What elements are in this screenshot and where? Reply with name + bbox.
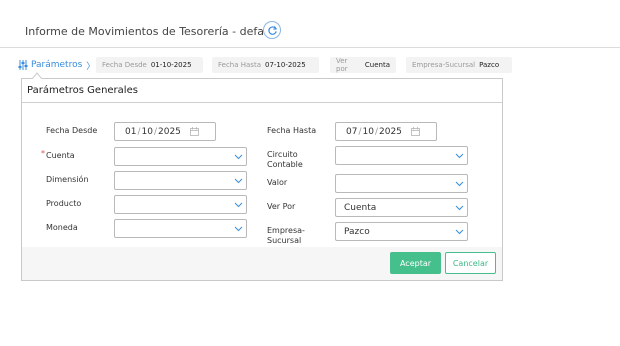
chip-key: Ver por bbox=[336, 57, 348, 73]
parameters-toggle-label: Parámetros bbox=[31, 60, 83, 70]
label-empresa-sucursal: Empresa- Sucursal bbox=[267, 226, 305, 246]
page-header: Informe de Movimientos de Tesorería - de… bbox=[0, 0, 620, 48]
chip-ver-por: Ver por Cuenta bbox=[330, 57, 396, 73]
label-moneda: Moneda bbox=[46, 223, 78, 232]
popover-pointer bbox=[32, 72, 42, 79]
label-fecha-desde: Fecha Desde bbox=[46, 126, 98, 135]
page-title: Informe de Movimientos de Tesorería - de… bbox=[25, 25, 279, 38]
chevron-down-icon bbox=[455, 153, 464, 159]
calendar-icon[interactable] bbox=[411, 127, 420, 136]
year: 2025 bbox=[379, 127, 402, 137]
chip-key: Fecha Desde bbox=[102, 61, 147, 69]
label-line: Sucursal bbox=[267, 236, 302, 245]
fecha-desde-input[interactable]: 01/10/2025 bbox=[114, 122, 216, 141]
label-ver-por: Ver Por bbox=[267, 202, 296, 211]
month: 10 bbox=[362, 127, 374, 137]
refresh-icon bbox=[268, 26, 278, 35]
ver-por-select[interactable]: Cuenta bbox=[335, 198, 468, 217]
fecha-desde-value: 01/10/2025 bbox=[125, 127, 181, 137]
label-line: Contable bbox=[267, 160, 303, 169]
panel-footer: Aceptar Cancelar bbox=[22, 247, 502, 280]
chip-key: Empresa-Sucursal bbox=[412, 61, 476, 69]
parameters-toggle[interactable]: Parámetros 〉 bbox=[18, 57, 95, 73]
chevron-down-icon bbox=[234, 202, 243, 208]
chevron-down-icon bbox=[455, 205, 464, 211]
day: 07 bbox=[346, 127, 358, 137]
moneda-select[interactable] bbox=[114, 219, 247, 238]
label-circuito-contable: Circuito Contable bbox=[267, 150, 303, 170]
chevron-down-icon bbox=[234, 154, 243, 160]
chip-key: Fecha Hasta bbox=[218, 61, 261, 69]
fecha-hasta-input[interactable]: 07/10/2025 bbox=[335, 122, 437, 141]
label-line: Empresa- bbox=[267, 226, 305, 235]
parameter-bar: Parámetros 〉 Fecha Desde 01-10-2025 Fech… bbox=[0, 57, 620, 73]
sliders-icon bbox=[18, 60, 28, 70]
day: 01 bbox=[125, 127, 137, 137]
accept-button[interactable]: Aceptar bbox=[390, 252, 441, 274]
producto-select[interactable] bbox=[114, 195, 247, 214]
cuenta-select[interactable] bbox=[114, 147, 247, 166]
circuito-contable-select[interactable] bbox=[335, 146, 468, 165]
label-cuenta: Cuenta bbox=[46, 151, 75, 160]
chip-fecha-hasta: Fecha Hasta 07-10-2025 bbox=[212, 57, 319, 73]
parameters-panel: Parámetros Generales Fecha Desde 01/10/2… bbox=[21, 78, 503, 281]
valor-select[interactable] bbox=[335, 174, 468, 193]
chip-value: Pazco bbox=[479, 61, 500, 69]
empresa-sucursal-select[interactable]: Pazco bbox=[335, 222, 468, 241]
panel-title: Parámetros Generales bbox=[22, 79, 502, 103]
required-marker: * bbox=[41, 149, 45, 158]
chevron-down-icon bbox=[455, 181, 464, 187]
chevron-down-icon bbox=[234, 178, 243, 184]
label-dimension: Dimensión bbox=[46, 175, 89, 184]
ver-por-value: Cuenta bbox=[344, 203, 377, 213]
calendar-icon[interactable] bbox=[190, 127, 199, 136]
label-producto: Producto bbox=[46, 199, 82, 208]
chevron-down-icon bbox=[455, 229, 464, 235]
label-fecha-hasta: Fecha Hasta bbox=[267, 126, 317, 135]
chip-fecha-desde: Fecha Desde 01-10-2025 bbox=[96, 57, 203, 73]
chip-empresa-sucursal: Empresa-Sucursal Pazco bbox=[406, 57, 512, 73]
empresa-value: Pazco bbox=[344, 227, 370, 237]
chip-value: Cuenta bbox=[364, 61, 390, 69]
cancel-button[interactable]: Cancelar bbox=[445, 252, 496, 274]
fecha-hasta-value: 07/10/2025 bbox=[346, 127, 402, 137]
chevron-down-icon bbox=[234, 226, 243, 232]
chip-value: 07-10-2025 bbox=[264, 61, 306, 69]
label-line: Circuito bbox=[267, 150, 298, 159]
chip-value: 01-10-2025 bbox=[150, 61, 192, 69]
year: 2025 bbox=[158, 127, 181, 137]
refresh-button[interactable] bbox=[263, 21, 281, 39]
dimension-select[interactable] bbox=[114, 171, 247, 190]
month: 10 bbox=[141, 127, 153, 137]
label-valor: Valor bbox=[267, 178, 288, 187]
chevron-right-icon: 〉 bbox=[86, 61, 96, 72]
